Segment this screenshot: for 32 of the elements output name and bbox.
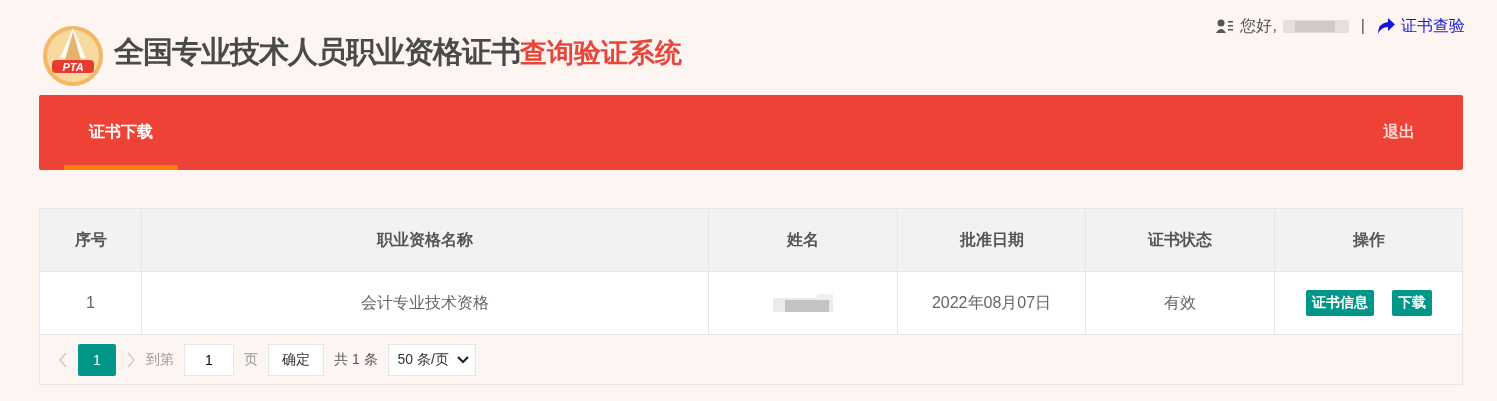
next-page-icon[interactable]	[126, 351, 136, 368]
greeting: 您好,	[1240, 15, 1277, 36]
total-count: 共 1 条	[334, 350, 378, 369]
share-arrow-icon	[1377, 18, 1395, 34]
system-subtitle: 查询验证系统	[520, 37, 682, 70]
table-cell: 2022年08月07日	[897, 272, 1085, 334]
user-icon	[1216, 19, 1235, 33]
column-header: 序号	[73, 229, 108, 250]
system-title: 全国专业技术人员职业资格证书	[114, 34, 520, 70]
page-button[interactable]: 1	[78, 343, 116, 376]
verify-link[interactable]: 证书查验	[1377, 15, 1465, 37]
confirm-button[interactable]: 确定	[268, 343, 324, 376]
action-button[interactable]: 证书信息	[1305, 290, 1374, 316]
redacted-username	[1282, 18, 1349, 34]
page-size-select[interactable]: 50 条/页	[387, 343, 476, 376]
column-header: 操作	[1274, 209, 1462, 271]
goto-label: 到第	[146, 350, 174, 369]
page-unit: 页	[244, 350, 258, 369]
table-cell: 会计专业技术资格	[141, 272, 708, 334]
page-input[interactable]: 1	[184, 343, 234, 376]
chevron-down-icon	[456, 355, 469, 364]
previous-page-icon[interactable]	[58, 351, 68, 368]
column-header: 职业资格名称	[141, 209, 708, 271]
table-cell: 有效	[1085, 272, 1274, 334]
column-header: 姓名	[708, 209, 897, 271]
column-header: 批准日期	[897, 209, 1085, 271]
column-header: 证书状态	[1085, 209, 1274, 271]
logout-link[interactable]: 退出	[1383, 95, 1415, 170]
table-cell-text: 1	[85, 293, 96, 313]
action-button[interactable]: 下载	[1391, 290, 1432, 316]
nav-tab[interactable]: 证书下载	[64, 95, 178, 170]
separator: |	[1360, 17, 1365, 35]
